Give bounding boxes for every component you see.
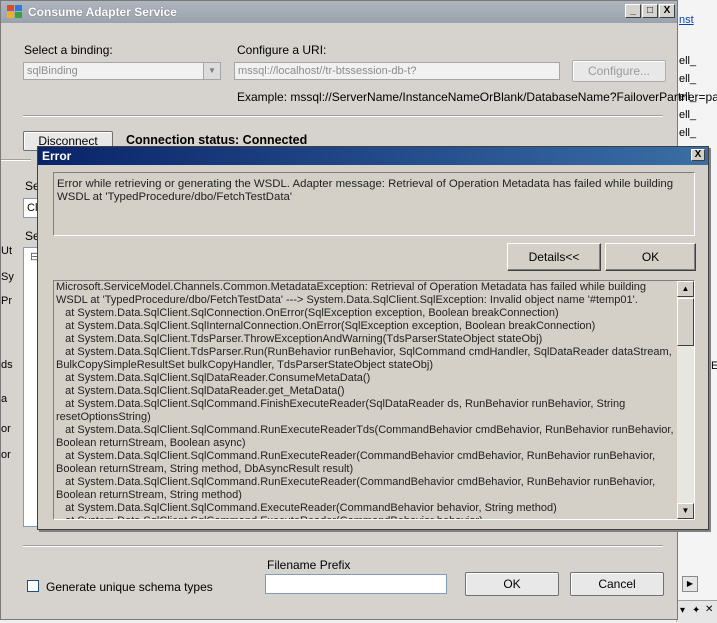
separator [1,159,31,161]
error-details-box[interactable]: Microsoft.ServiceModel.Channels.Common.M… [53,280,695,520]
scroll-up-icon[interactable]: ▲ [677,281,694,297]
filename-prefix-label: Filename Prefix [267,558,351,572]
binding-value: sqlBinding [27,65,78,77]
window-titlebar[interactable]: Consume Adapter Service _ □ X [1,1,677,23]
background-letter: E [711,360,717,372]
error-dialog: Error X Error while retrieving or genera… [37,146,709,530]
separator [23,115,663,117]
partial-text: Pr [1,295,12,307]
configure-button[interactable]: Configure... [572,60,666,82]
binding-label: Select a binding: [24,43,113,57]
error-dialog-close-button[interactable]: X [691,149,705,161]
partial-text: or [1,423,11,435]
pin-icon[interactable]: ✦ [692,605,700,616]
chevron-down-icon[interactable]: ▾ [680,605,685,616]
scroll-thumb[interactable] [677,298,694,346]
error-dialog-title: Error [42,149,72,163]
cancel-button[interactable]: Cancel [570,572,664,596]
details-button[interactable]: Details<< [507,243,601,271]
partial-text: Ut [1,245,12,257]
background-list-item[interactable]: ell_ [679,55,696,67]
binding-select[interactable]: sqlBinding ▼ [23,62,221,80]
background-dock-bar: ▾ ✦ ✕ [677,600,717,623]
partial-text: ds [1,359,13,371]
uri-example: Example: mssql://ServerName/InstanceName… [237,90,717,104]
error-details-text: Microsoft.ServiceModel.Channels.Common.M… [56,281,674,519]
partial-text: or [1,449,11,461]
uri-label: Configure a URI: [237,43,327,57]
error-message: Error while retrieving or generating the… [53,172,695,236]
background-list-item[interactable]: ell_ [679,73,696,85]
minimize-button[interactable]: _ [625,4,641,18]
background-link[interactable]: nst [679,14,694,26]
close-button[interactable]: X [659,4,675,18]
app-icon [7,5,22,18]
generate-unique-checkbox[interactable] [27,580,39,592]
error-dialog-titlebar[interactable]: Error X [38,147,708,165]
ok-button[interactable]: OK [465,572,559,596]
window-title: Consume Adapter Service [28,5,177,19]
filename-prefix-input[interactable] [265,574,447,594]
maximize-button[interactable]: □ [642,4,658,18]
uri-input[interactable]: mssql://localhost//tr-btssession-db-t? [234,62,560,80]
error-ok-button[interactable]: OK [605,243,696,271]
background-list-item[interactable]: ell_ [679,109,696,121]
chevron-down-icon[interactable]: ▼ [203,63,220,79]
partial-text: a [1,393,8,405]
generate-unique-label: Generate unique schema types [46,580,213,594]
scroll-right-icon[interactable]: ▶ [682,576,698,592]
connection-status: Connection status: Connected [126,133,308,147]
background-list-item[interactable]: ell_ [679,127,696,139]
separator [23,545,663,547]
scroll-down-icon[interactable]: ▼ [677,503,694,519]
close-icon[interactable]: ✕ [705,604,713,615]
details-scrollbar[interactable]: ▲ ▼ [676,281,694,519]
partial-text: Sy [1,271,14,283]
